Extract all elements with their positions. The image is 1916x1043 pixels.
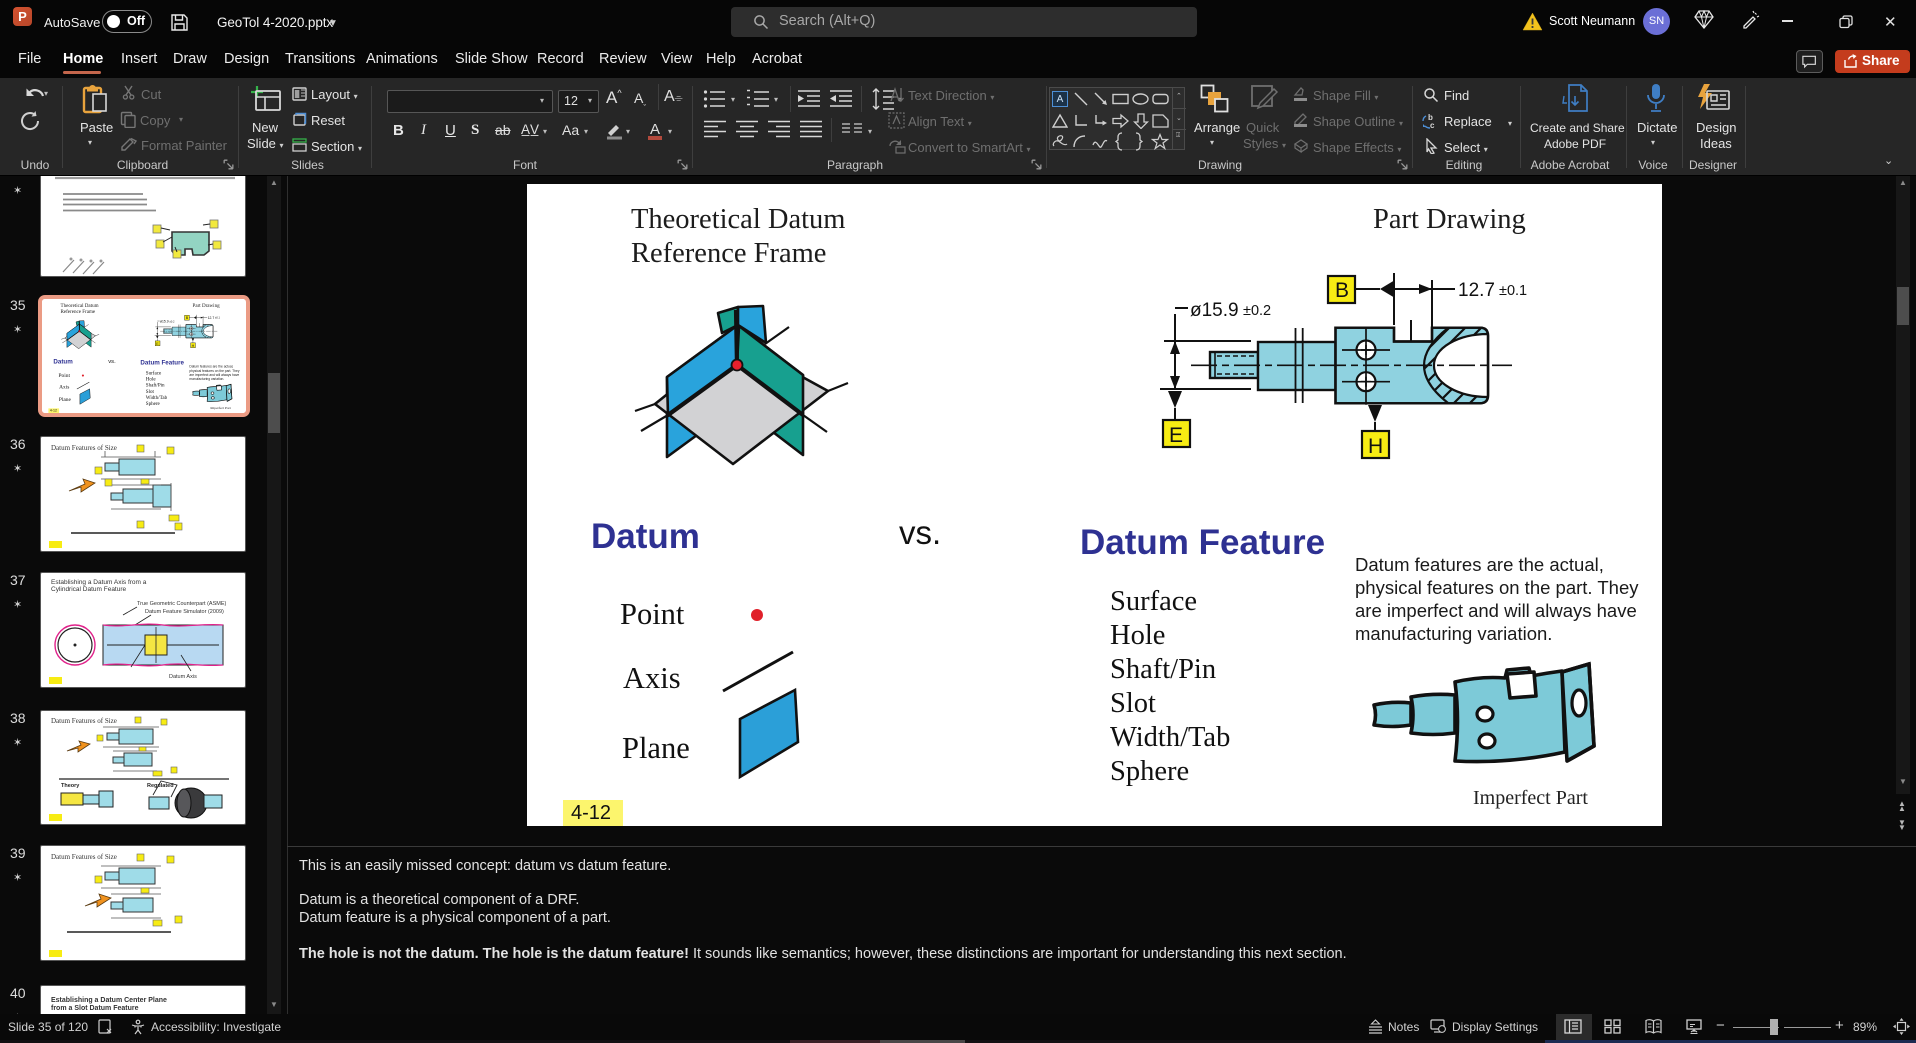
svg-text:Sphere: Sphere (1110, 756, 1189, 787)
svg-text:H: H (1368, 435, 1383, 458)
svg-text:Establishing a Datum Center Pl: Establishing a Datum Center Plane (51, 997, 167, 1004)
svg-text:Datum Feature Simulator (2009): Datum Feature Simulator (2009) (145, 609, 224, 615)
svg-text:c: c (1430, 121, 1435, 130)
svg-text:ø15.9: ø15.9 (1190, 300, 1239, 321)
svg-text:Part Drawing: Part Drawing (1373, 204, 1526, 235)
svg-text:Slot: Slot (1110, 688, 1156, 719)
svg-text:B: B (1335, 279, 1349, 302)
svg-text:±0.1: ±0.1 (1499, 283, 1527, 299)
svg-text:Cylindrical Datum Feature: Cylindrical Datum Feature (51, 586, 127, 593)
svg-text:E: E (1169, 424, 1183, 447)
svg-text:Axis: Axis (623, 661, 681, 695)
svg-text:physical features on the part.: physical features on the part. They (1355, 577, 1639, 598)
svg-text:Datum features are the actual,: Datum features are the actual, (1355, 554, 1604, 575)
svg-text:True Geometric Counterpart (AS: True Geometric Counterpart (ASME) (137, 601, 227, 607)
svg-text:Point: Point (620, 597, 685, 631)
svg-text:are imperfect and will always: are imperfect and will always have (1355, 600, 1637, 621)
svg-text:Plane: Plane (622, 731, 690, 765)
svg-text:Datum Axis: Datum Axis (169, 674, 197, 680)
svg-text:Datum Features of Size: Datum Features of Size (51, 853, 117, 861)
svg-text:Theoretical Datum: Theoretical Datum (631, 204, 845, 235)
svg-text:±0.2: ±0.2 (1243, 303, 1271, 319)
svg-text:12.7: 12.7 (1458, 280, 1495, 301)
svg-text:Theory: Theory (61, 783, 80, 789)
svg-text:Reference Frame: Reference Frame (631, 238, 826, 269)
svg-text:Width/Tab: Width/Tab (1110, 722, 1230, 753)
svg-text:Regulated: Regulated (147, 783, 174, 789)
svg-text:vs.: vs. (899, 514, 941, 551)
svg-text:Datum: Datum (591, 517, 700, 556)
svg-text:Hole: Hole (1110, 620, 1165, 651)
svg-text:Establishing a Datum Axis from: Establishing a Datum Axis from a (51, 579, 147, 586)
svg-text:Imperfect Part: Imperfect Part (1473, 787, 1588, 809)
svg-text:from a Slot Datum Feature: from a Slot Datum Feature (51, 1005, 139, 1012)
svg-text:manufacturing variation.: manufacturing variation. (1355, 623, 1552, 644)
svg-text:4-12: 4-12 (571, 802, 611, 824)
svg-text:Surface: Surface (1110, 586, 1197, 617)
svg-text:Datum Features of Size: Datum Features of Size (51, 717, 117, 725)
svg-text:Shaft/Pin: Shaft/Pin (1110, 654, 1216, 685)
svg-text:Datum Feature: Datum Feature (1080, 523, 1325, 562)
svg-text:Datum Features of Size: Datum Features of Size (51, 444, 117, 452)
